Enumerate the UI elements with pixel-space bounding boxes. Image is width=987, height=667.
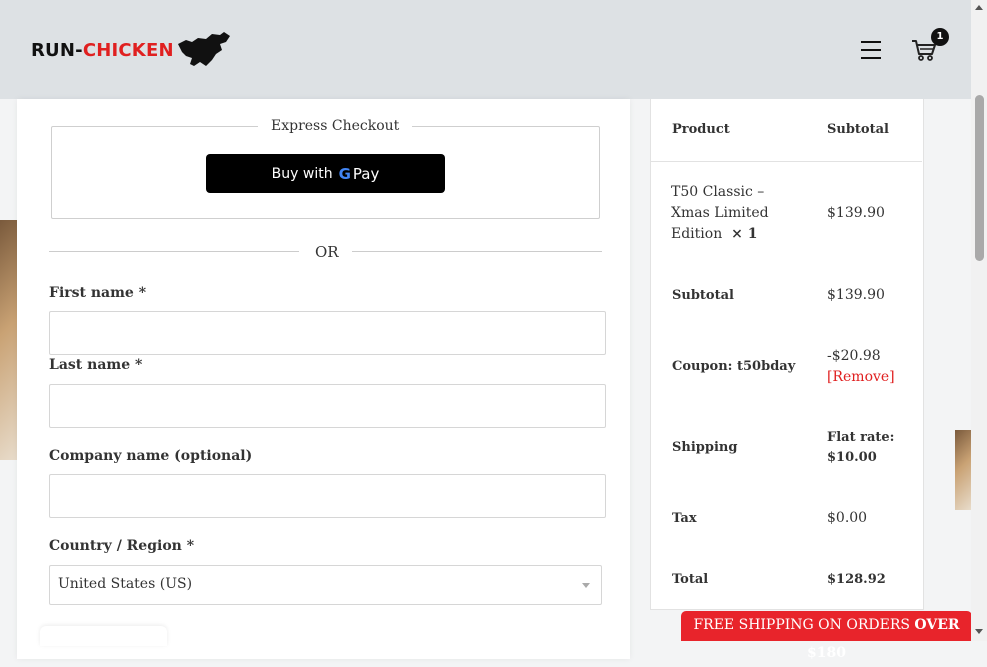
or-divider-left — [49, 251, 299, 252]
summary-header-divider — [650, 161, 922, 162]
coupon-value: -$20.98 [Remove] — [827, 346, 895, 388]
logo-chicken: CHICKEN — [82, 39, 174, 61]
or-divider-right — [352, 251, 602, 252]
company-name-field[interactable] — [49, 474, 606, 518]
column-header-product: Product — [672, 122, 730, 137]
coupon-discount: -$20.98 — [827, 348, 881, 364]
total-value: $128.92 — [827, 572, 886, 587]
or-separator: OR — [315, 243, 339, 261]
total-label: Total — [672, 572, 709, 587]
last-name-field[interactable] — [49, 384, 606, 428]
coupon-label: Coupon: t50bday — [672, 359, 796, 374]
last-name-label: Last name * — [49, 357, 143, 373]
background-photo-right — [955, 430, 971, 510]
subtotal-label: Subtotal — [672, 288, 734, 303]
remove-coupon-link[interactable]: [Remove] — [827, 369, 895, 385]
logo-text: RUN-CHICKEN — [31, 40, 174, 61]
site-header: RUN-CHICKEN 1 — [0, 0, 971, 99]
background-photo-left — [0, 220, 17, 460]
order-item-name: T50 Classic – Xmas Limited Edition × 1 — [671, 182, 791, 245]
google-pay-button[interactable]: Buy with G Pay — [206, 154, 445, 193]
order-item-price: $139.90 — [827, 205, 885, 221]
order-item-quantity: × 1 — [731, 226, 758, 242]
country-region-select[interactable]: United States (US) — [49, 565, 602, 605]
hamburger-menu-icon[interactable] — [861, 41, 881, 59]
express-checkout-legend: Express Checkout — [258, 118, 413, 134]
chevron-down-icon — [582, 583, 590, 588]
bottom-floating-tab[interactable] — [40, 626, 167, 646]
shipping-label: Shipping — [672, 440, 738, 455]
site-logo[interactable]: RUN-CHICKEN — [31, 30, 232, 70]
company-name-label: Company name (optional) — [49, 448, 253, 464]
scroll-up-arrow-icon[interactable] — [975, 5, 983, 10]
country-region-value: United States (US) — [58, 576, 193, 592]
google-g-icon: G — [338, 164, 351, 183]
free-shipping-banner[interactable]: FREE SHIPPING ON ORDERS OVER $180 — [681, 611, 972, 661]
cart-count-badge: 1 — [931, 28, 949, 46]
subtotal-value: $139.90 — [827, 287, 885, 303]
first-name-label: First name * — [49, 285, 147, 301]
slovenia-map-icon — [177, 32, 230, 66]
gpay-prefix: Buy with — [271, 165, 333, 182]
shipping-value: Flat rate: $10.00 — [827, 430, 895, 465]
logo-run: RUN- — [31, 39, 83, 61]
first-name-field[interactable] — [49, 311, 606, 355]
column-header-subtotal: Subtotal — [827, 122, 889, 137]
tax-value: $0.00 — [827, 510, 868, 526]
scrollbar-thumb[interactable] — [975, 95, 984, 261]
scroll-down-arrow-icon[interactable] — [975, 629, 983, 634]
gpay-pay-label: Pay — [352, 164, 380, 183]
tax-label: Tax — [672, 511, 697, 526]
promo-text: FREE SHIPPING ON ORDERS — [693, 617, 915, 633]
country-region-label: Country / Region * — [49, 538, 195, 554]
